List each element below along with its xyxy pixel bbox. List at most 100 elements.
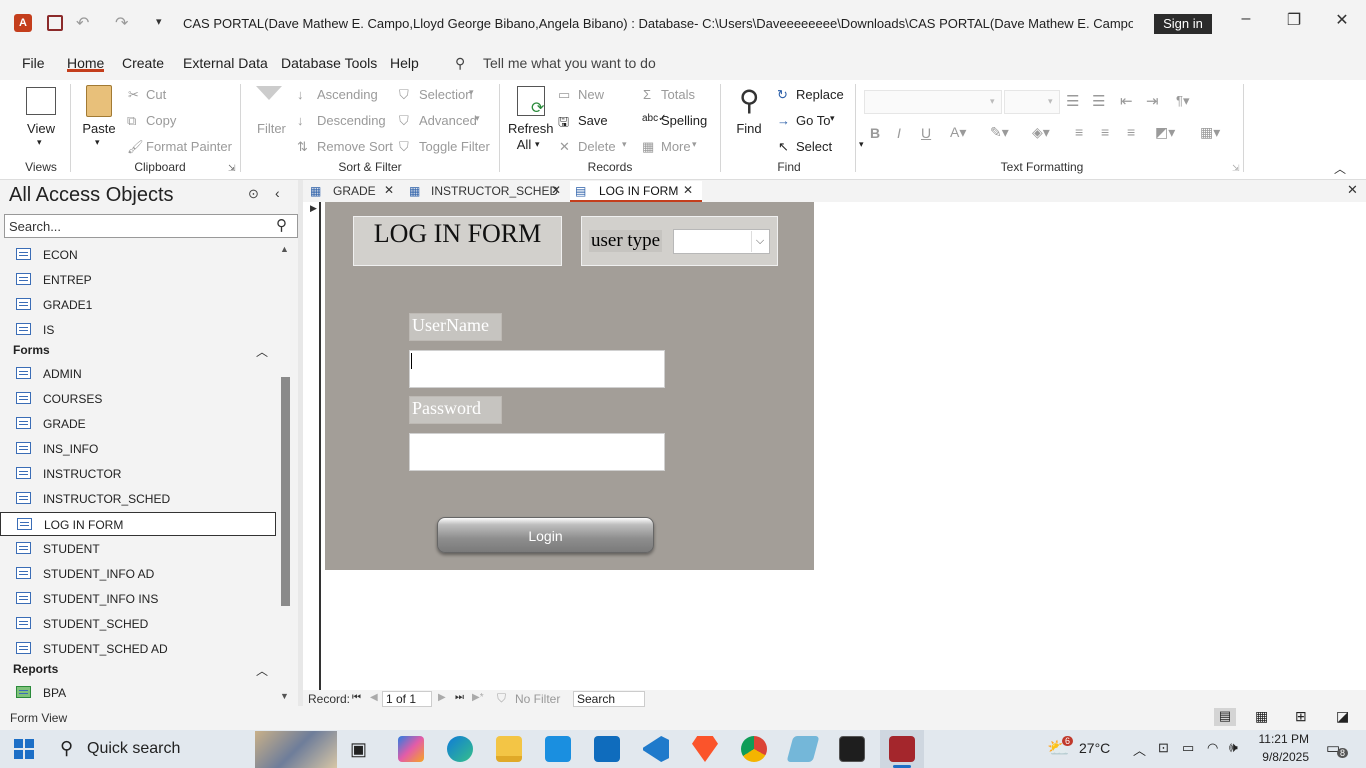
tab-grade[interactable]: ▦ GRADE ✕ [306,181,402,201]
form-item[interactable]: STUDENT_INFO AD [0,562,276,586]
dialog-launcher-icon[interactable]: ⇲ [1232,163,1240,174]
taskbar-search[interactable]: Quick search [87,740,180,758]
selection-button[interactable]: Selection [419,87,472,102]
edge-icon[interactable] [447,736,473,762]
bullets-icon[interactable]: ☰ [1066,92,1079,110]
minimize-icon[interactable]: – [1236,10,1256,28]
file-explorer-icon[interactable] [496,736,522,762]
customize-qat-icon[interactable]: ▾ [156,15,162,28]
form-item[interactable]: ADMIN [0,362,276,386]
meet-icon[interactable]: ⊡ [1158,740,1169,756]
collapse-group-icon[interactable]: ︿ [256,662,268,679]
new-record-button[interactable]: New [578,87,604,102]
descending-button[interactable]: Descending [317,113,386,128]
nav-menu-icon[interactable]: ⊙ [248,186,259,202]
menu-database-tools[interactable]: Database Tools [281,55,377,71]
redo-icon[interactable]: ↷ [115,13,128,33]
nav-group-header[interactable]: Reports [13,662,58,676]
close-document-icon[interactable]: ✕ [1347,182,1358,198]
replace-button[interactable]: Replace [796,87,844,102]
save-icon[interactable] [47,15,63,31]
form-item[interactable]: INSTRUCTOR_SCHED [0,487,276,511]
datasheet-view-icon[interactable]: ▦ [1255,708,1268,725]
last-record-icon[interactable]: ⏭ [455,692,464,703]
advanced-button[interactable]: Advanced [419,113,477,128]
terminal-icon[interactable] [839,736,865,762]
table-query-item[interactable]: GRADE1 [0,293,276,317]
layout-view-icon[interactable]: ⊞ [1295,708,1307,725]
scroll-up-icon[interactable]: ▲ [280,244,289,254]
undo-icon[interactable]: ↶ [76,13,89,33]
select-button[interactable]: Select [796,139,832,154]
table-query-item[interactable]: ENTREP [0,268,276,292]
close-tab-icon[interactable]: ✕ [683,183,693,197]
nav-group-header[interactable]: Forms [13,343,50,357]
menu-help[interactable]: Help [390,55,419,71]
prev-record-icon[interactable]: ◀ [370,692,378,703]
bold-button[interactable]: B [870,125,880,141]
record-position[interactable]: 1 of 1 [382,691,432,707]
weather-temp[interactable]: 27°C [1079,740,1110,756]
paste-button[interactable]: Paste [80,121,118,136]
remove-sort-button[interactable]: Remove Sort [317,139,393,154]
copilot-icon[interactable] [398,736,424,762]
form-item[interactable]: LOG IN FORM [0,512,276,536]
close-tab-icon[interactable]: ✕ [551,183,561,197]
task-view-icon[interactable]: ▣ [350,739,367,760]
form-item[interactable]: STUDENT_SCHED [0,612,276,636]
paragraph-icon[interactable]: ¶▾ [1176,93,1190,109]
toggle-filter-button[interactable]: Toggle Filter [419,139,490,154]
collapse-group-icon[interactable]: ︿ [256,343,268,360]
paste-icon[interactable] [86,85,112,117]
next-record-icon[interactable]: ▶ [438,692,446,703]
spelling-button[interactable]: Spelling [661,113,707,128]
new-record-nav-icon[interactable]: ▶* [472,692,484,703]
password-input[interactable] [409,433,665,471]
first-record-icon[interactable]: ⏮ [352,692,361,703]
wifi-icon[interactable]: ◠ [1207,740,1218,756]
table-query-item[interactable]: IS [0,318,276,342]
scroll-down-icon[interactable]: ▼ [280,691,289,701]
align-left-icon[interactable]: ≡ [1075,124,1083,140]
refresh-button[interactable]: Refresh [508,121,554,136]
copy-button[interactable]: Copy [146,113,176,128]
access-icon[interactable] [889,736,915,762]
nav-pane-title[interactable]: All Access Objects [9,184,174,207]
cut-button[interactable]: Cut [146,87,166,102]
form-item[interactable]: STUDENT [0,537,276,561]
form-item[interactable]: STUDENT_SCHED AD [0,637,276,661]
totals-button[interactable]: Totals [661,87,695,102]
dialog-launcher-icon[interactable]: ⇲ [228,163,236,174]
menu-external-data[interactable]: External Data [183,55,268,71]
maximize-icon[interactable]: ❐ [1284,10,1304,30]
tab-log-in-form[interactable]: ▤ LOG IN FORM ✕ [570,181,702,203]
form-view-icon[interactable]: ▤ [1214,708,1236,726]
record-selector[interactable] [303,202,321,690]
form-item[interactable]: INS_INFO [0,437,276,461]
chevron-down-icon[interactable]: ⌵ [751,231,768,252]
volume-icon[interactable]: 🕪 [1229,739,1238,756]
view-button[interactable]: View [26,121,56,136]
filter-button[interactable]: Filter [257,121,286,136]
view-icon[interactable] [26,87,56,115]
battery-icon[interactable]: ▭ [1182,740,1194,756]
username-input[interactable] [409,350,665,388]
clock-time[interactable]: 11:21 PM [1257,732,1309,746]
numbering-icon[interactable]: ☰ [1092,92,1105,110]
clock-date[interactable]: 9/8/2025 [1253,750,1309,764]
fill-color-icon[interactable]: ◈▾ [1032,124,1050,141]
format-painter-button[interactable]: Format Painter [146,139,232,154]
menu-file[interactable]: File [22,55,45,71]
table-query-item[interactable]: ECON [0,243,276,267]
store-icon[interactable] [545,736,571,762]
form-item[interactable]: INSTRUCTOR [0,462,276,486]
show-hidden-icons-icon[interactable]: ︿ [1133,740,1146,759]
search-icon[interactable]: ⚲ [276,216,287,234]
gridlines-icon[interactable]: ▦▾ [1200,124,1220,141]
alt-row-color-icon[interactable]: ◩▾ [1155,124,1175,141]
more-button[interactable]: More [661,139,691,154]
tab-instructor-sched[interactable]: ▦ INSTRUCTOR_SCHED ✕ [405,181,568,201]
find-button[interactable]: Find [732,121,766,136]
login-button[interactable]: Login [437,517,654,553]
delete-button[interactable]: Delete [578,139,616,154]
